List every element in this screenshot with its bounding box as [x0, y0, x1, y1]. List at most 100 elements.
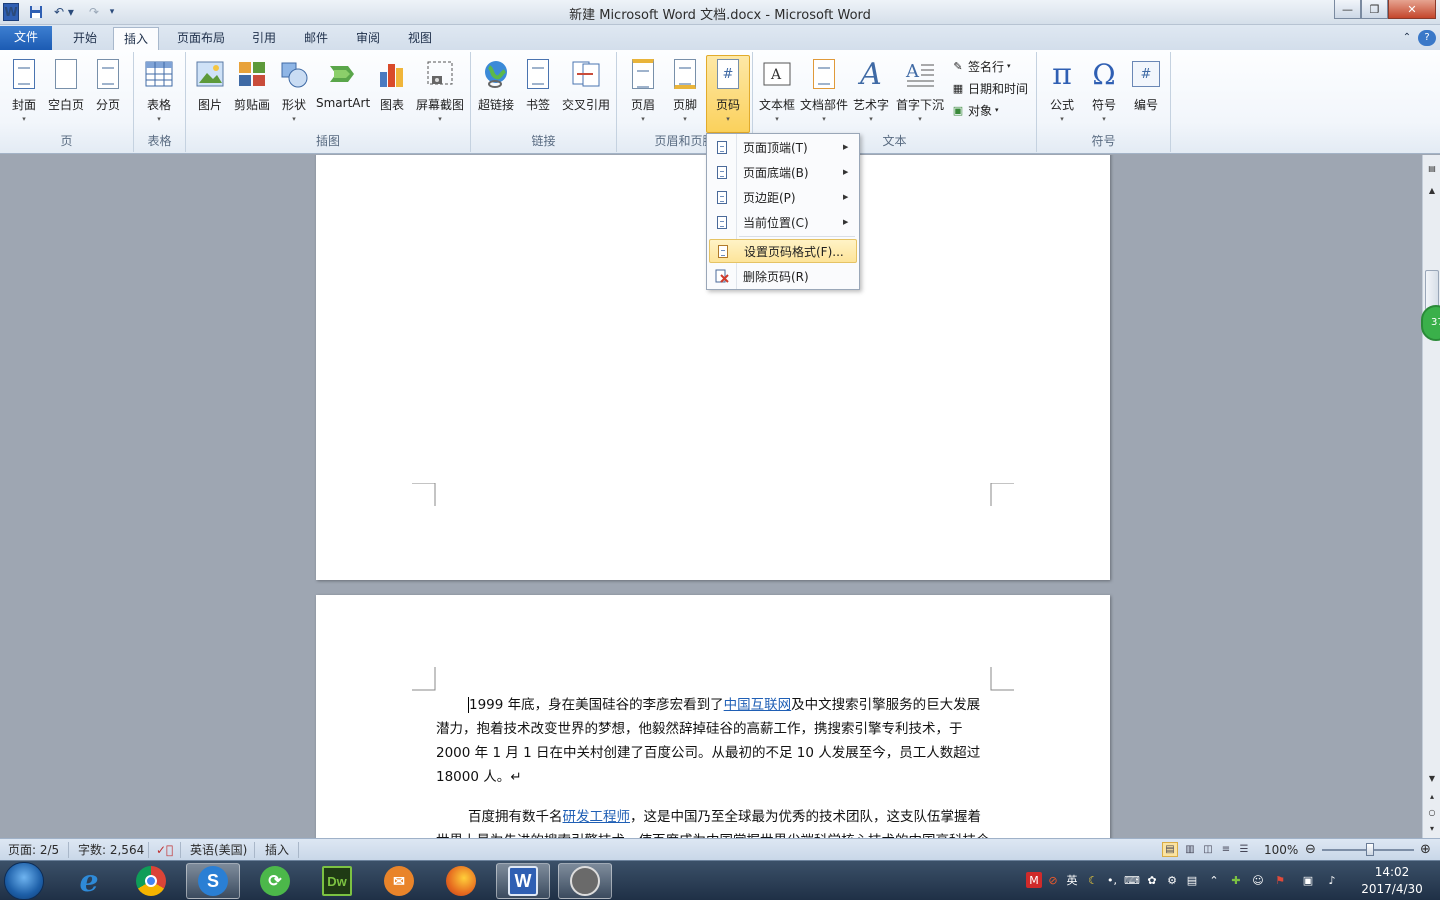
tab-home[interactable]: 开始	[62, 27, 108, 50]
wordart-button[interactable]: A 艺术字 ▾	[849, 56, 893, 128]
tray-punctuation-icon[interactable]: •,	[1104, 872, 1120, 888]
tray-block-icon[interactable]: ⊘	[1045, 872, 1061, 888]
taskbar-chrome[interactable]	[124, 863, 178, 899]
shapes-button[interactable]: 形状 ▾	[272, 56, 316, 128]
menu-item-format-page-numbers[interactable]: 设置页码格式(F)...	[709, 239, 857, 263]
insert-mode-indicator[interactable]: 插入	[265, 842, 289, 858]
vertical-scrollbar[interactable]: ▤ ▲ ▼ ▴ ○ ▾	[1422, 155, 1440, 838]
text-box-button[interactable]: A 文本框 ▾	[755, 56, 799, 128]
collapse-ribbon-icon[interactable]: ⌃	[1398, 27, 1416, 50]
page-break-button[interactable]: 分页	[86, 56, 130, 128]
tab-file[interactable]: 文件	[0, 26, 52, 50]
tray-360-icon[interactable]: ✚	[1228, 872, 1244, 888]
tray-volume-icon[interactable]: ♪	[1324, 872, 1340, 888]
zoom-out-icon[interactable]: ⊖	[1305, 842, 1316, 858]
menu-item-page-margins[interactable]: 页边距(P) ▶	[709, 185, 857, 209]
bottom-of-page-icon	[717, 165, 727, 179]
scroll-down-icon[interactable]: ▼	[1424, 771, 1440, 785]
tab-references[interactable]: 引用	[242, 27, 286, 50]
taskbar-foxmail[interactable]: ✉	[372, 863, 426, 899]
tray-network-icon[interactable]: ▣	[1300, 872, 1316, 888]
tray-m-icon[interactable]: M	[1026, 872, 1042, 888]
tray-notes-icon[interactable]: ▤	[1184, 872, 1200, 888]
page-count[interactable]: 页面: 2/5	[8, 842, 59, 858]
start-button[interactable]	[4, 862, 44, 900]
page-2[interactable]: 1999 年底，身在美国硅谷的李彦宏看到了中国互联网及中文搜索引擎服务的巨大发展…	[316, 595, 1110, 838]
zoom-level[interactable]: 100%	[1264, 842, 1298, 858]
scroll-up-icon[interactable]: ▲	[1424, 183, 1440, 197]
tab-review[interactable]: 审阅	[346, 27, 390, 50]
drop-cap-button[interactable]: A 首字下沉 ▾	[895, 56, 945, 128]
paragraph-2[interactable]: 百度拥有数千名研发工程师，这是中国乃至全球最为优秀的技术团队，这支队伍掌握着世界…	[436, 805, 991, 838]
scroll-thumb[interactable]	[1425, 270, 1439, 310]
footer-button[interactable]: 页脚 ▾	[663, 56, 707, 128]
bookmark-button[interactable]: 书签	[517, 56, 559, 128]
paragraph-1[interactable]: 1999 年底，身在美国硅谷的李彦宏看到了中国互联网及中文搜索引擎服务的巨大发展…	[436, 693, 991, 789]
outline-view-icon[interactable]: ≡	[1218, 842, 1234, 857]
language-indicator[interactable]: 英语(美国)	[190, 842, 247, 858]
clip-art-button[interactable]: 剪贴画	[230, 56, 274, 128]
picture-button[interactable]: 图片	[188, 56, 232, 128]
page-number-button[interactable]: # 页码 ▾	[706, 55, 750, 133]
table-button[interactable]: 表格 ▾	[137, 56, 181, 128]
proofing-icon[interactable]: ✓⃠	[156, 842, 173, 858]
hyperlink-internet[interactable]: 中国互联网	[724, 697, 792, 713]
chart-button[interactable]: 图表	[370, 56, 414, 128]
previous-page-icon[interactable]: ▴	[1424, 789, 1440, 803]
hyperlink-engineers[interactable]: 研发工程师	[563, 809, 631, 825]
smartart-button[interactable]: SmartArt	[316, 56, 370, 128]
tray-keyboard-icon[interactable]: ⌨	[1124, 872, 1140, 888]
next-page-icon[interactable]: ▾	[1424, 821, 1440, 835]
taskbar-sogou[interactable]: S	[186, 863, 240, 899]
minimize-button[interactable]: —	[1334, 0, 1361, 19]
speed-badge[interactable]: 37	[1421, 305, 1440, 341]
header-button[interactable]: 页眉 ▾	[621, 56, 665, 128]
taskbar-firefox[interactable]	[434, 863, 488, 899]
taskbar-360[interactable]: ⟳	[248, 863, 302, 899]
print-layout-view-icon[interactable]: ▤	[1162, 842, 1178, 857]
close-button[interactable]: ✕	[1388, 0, 1436, 19]
tab-mailings[interactable]: 邮件	[294, 27, 338, 50]
taskbar-word[interactable]: W	[496, 863, 550, 899]
object-button[interactable]: ▣ 对象 ▾	[950, 100, 999, 120]
tray-skin-icon[interactable]: ✿	[1144, 872, 1160, 888]
taskbar-media[interactable]	[558, 863, 612, 899]
web-layout-view-icon[interactable]: ◫	[1200, 842, 1216, 857]
draft-view-icon[interactable]: ☰	[1236, 842, 1252, 857]
full-screen-reading-view-icon[interactable]: ▥	[1182, 842, 1198, 857]
menu-item-remove-page-numbers[interactable]: 删除页码(R)	[709, 264, 857, 288]
tray-expand-icon[interactable]: ⌃	[1206, 872, 1222, 888]
help-icon[interactable]: ?	[1418, 30, 1436, 46]
menu-item-top-of-page[interactable]: 页面顶端(T) ▶	[709, 135, 857, 159]
maximize-button[interactable]: ❐	[1361, 0, 1388, 19]
zoom-in-icon[interactable]: ⊕	[1420, 842, 1431, 858]
number-button[interactable]: # 编号	[1124, 56, 1168, 128]
cover-page-button[interactable]: 封面 ▾	[2, 56, 46, 128]
word-count[interactable]: 字数: 2,564	[78, 842, 144, 858]
tray-moon-icon[interactable]: ☾	[1085, 872, 1101, 888]
tray-qq-icon[interactable]: ☺	[1250, 872, 1266, 888]
cross-reference-button[interactable]: 交叉引用	[559, 56, 613, 128]
browse-object-icon[interactable]: ○	[1424, 805, 1440, 819]
taskbar-ie[interactable]: e	[62, 863, 116, 899]
tray-clock[interactable]: 14:02 2017/4/30	[1352, 864, 1432, 898]
screenshot-button[interactable]: 屏幕截图 ▾	[414, 56, 466, 128]
menu-item-bottom-of-page[interactable]: 页面底端(B) ▶	[709, 160, 857, 184]
symbol-button[interactable]: Ω 符号 ▾	[1082, 56, 1126, 128]
tray-ime-indicator[interactable]: 英	[1064, 872, 1080, 888]
tray-tools-icon[interactable]: ⚙	[1164, 872, 1180, 888]
menu-item-current-position[interactable]: 当前位置(C) ▶	[709, 210, 857, 234]
zoom-slider-thumb[interactable]	[1366, 843, 1374, 856]
hyperlink-button[interactable]: 超链接	[475, 56, 517, 128]
tab-insert[interactable]: 插入	[113, 27, 159, 51]
taskbar-dreamweaver[interactable]: Dw	[310, 863, 364, 899]
signature-line-button[interactable]: ✎ 签名行 ▾	[950, 56, 1010, 76]
tab-view[interactable]: 视图	[398, 27, 442, 50]
blank-page-button[interactable]: 空白页	[44, 56, 88, 128]
tray-flag-icon[interactable]: ⚑	[1272, 872, 1288, 888]
tab-page-layout[interactable]: 页面布局	[168, 27, 234, 50]
equation-button[interactable]: π 公式 ▾	[1040, 56, 1084, 128]
quick-parts-button[interactable]: 文档部件 ▾	[799, 56, 849, 128]
date-time-button[interactable]: ▦ 日期和时间	[950, 78, 1028, 98]
view-ruler-icon[interactable]: ▤	[1424, 161, 1440, 175]
